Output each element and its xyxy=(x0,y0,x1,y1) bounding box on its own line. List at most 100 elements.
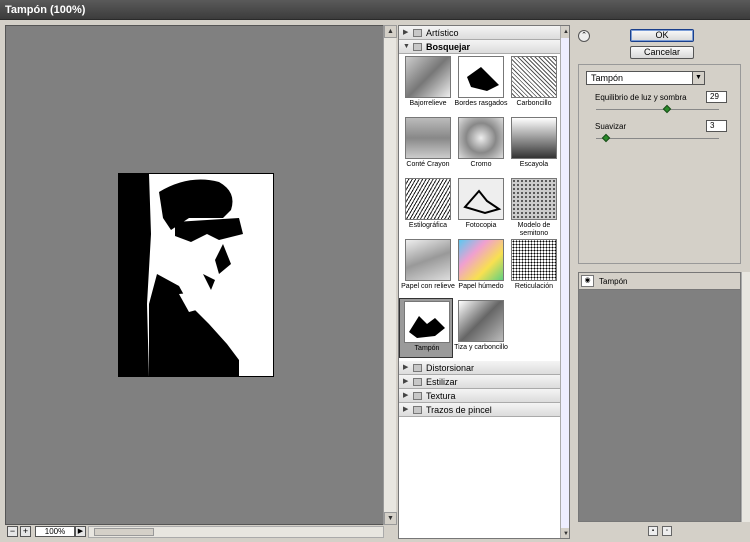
scroll-down-arrow-icon[interactable]: ▼ xyxy=(561,528,569,538)
thumb-image xyxy=(458,56,504,98)
collapsed-triangle-icon: ▶ xyxy=(403,364,409,371)
preview-canvas[interactable] xyxy=(5,25,396,525)
eye-icon[interactable]: ◉ xyxy=(581,275,594,287)
effect-layer-label: Tampón xyxy=(599,277,628,286)
window-title: Tampón (100%) xyxy=(0,0,750,20)
scroll-up-arrow-icon[interactable]: ▲ xyxy=(384,25,397,38)
chevron-down-icon[interactable]: ▼ xyxy=(692,72,704,84)
filter-thumb-conte-crayon[interactable]: Conté Crayon xyxy=(401,115,455,175)
category-bosquejar[interactable]: ▼ Bosquejar xyxy=(399,40,560,54)
category-textura[interactable]: ▶ Textura xyxy=(399,389,560,403)
collapsed-triangle-icon: ▶ xyxy=(403,29,409,36)
filter-thumb-reticulacion[interactable]: Reticulación xyxy=(507,237,561,297)
preview-vertical-scrollbar[interactable]: ▲ ▼ xyxy=(383,25,397,525)
thumb-image xyxy=(458,117,504,159)
light-shadow-balance-field[interactable]: 29 xyxy=(706,91,727,103)
scroll-up-arrow-icon[interactable]: ▲ xyxy=(561,26,569,38)
filter-thumbnails: Bajorrelieve Bordes rasgados Carboncillo… xyxy=(399,54,560,358)
filter-thumb-estilografica[interactable]: Estilográfica xyxy=(401,176,455,236)
thumb-image xyxy=(458,239,504,281)
filter-thumb-modelo-de-semitono[interactable]: Modelo de semitono xyxy=(507,176,561,237)
thumb-image xyxy=(511,56,557,98)
thumb-label: Papel húmedo xyxy=(458,283,504,290)
category-label: Estilizar xyxy=(426,377,458,387)
thumb-label: Carboncillo xyxy=(516,100,552,107)
thumb-label: Estilográfica xyxy=(408,222,448,229)
thumb-image xyxy=(405,239,451,281)
thumb-label: Fotocopia xyxy=(465,222,497,229)
thumb-image xyxy=(511,117,557,159)
new-effect-layer-icon[interactable]: ▪ xyxy=(648,526,658,536)
collapsed-triangle-icon: ▶ xyxy=(403,392,409,399)
smoothness-label: Suavizar xyxy=(595,122,627,131)
filter-gallery: ▶ Artístico ▼ Bosquejar Bajorrelieve Bor… xyxy=(398,25,570,539)
folder-icon xyxy=(413,406,422,414)
category-distorsionar[interactable]: ▶ Distorsionar xyxy=(399,361,560,375)
thumb-label: Cromo xyxy=(470,161,492,168)
thumb-label: Modelo de semitono xyxy=(517,222,551,237)
thumb-label: Conté Crayon xyxy=(406,161,450,168)
folder-icon xyxy=(413,29,422,37)
thumb-image xyxy=(458,300,504,342)
collapsed-triangle-icon: ▶ xyxy=(403,406,409,413)
cancel-button[interactable]: Cancelar xyxy=(630,46,694,59)
light-shadow-balance-label: Equilibrio de luz y sombra xyxy=(595,93,687,102)
filter-select-value: Tampón xyxy=(591,73,624,83)
thumb-image xyxy=(511,178,557,220)
filter-thumb-escayola[interactable]: Escayola xyxy=(507,115,561,175)
scroll-down-arrow-icon[interactable]: ▼ xyxy=(384,512,397,525)
filter-select[interactable]: Tampón ▼ xyxy=(586,71,705,85)
filter-list-scrollbar[interactable]: ▲ ▼ xyxy=(560,26,569,538)
preview-bottom-bar: − + 100% ▶ xyxy=(5,525,396,539)
thumb-image xyxy=(405,117,451,159)
zoom-menu-arrow-icon[interactable]: ▶ xyxy=(75,526,86,537)
layers-scrollbar[interactable] xyxy=(741,272,750,522)
thumb-label: Bajorrelieve xyxy=(409,100,447,107)
smoothness-slider[interactable] xyxy=(596,133,719,143)
thumb-label: Papel con relieve xyxy=(401,283,455,290)
thumb-image xyxy=(405,56,451,98)
filter-thumb-papel-con-relieve[interactable]: Papel con relieve xyxy=(401,237,455,297)
category-label: Trazos de pincel xyxy=(426,405,492,415)
zoom-level-field[interactable]: 100% xyxy=(35,526,75,537)
zoom-out-button[interactable]: − xyxy=(7,526,18,537)
folder-icon xyxy=(413,392,422,400)
thumb-image xyxy=(511,239,557,281)
filter-thumb-tiza-y-carboncillo[interactable]: Tiza y carboncillo xyxy=(454,298,508,358)
ok-button[interactable]: OK xyxy=(630,29,694,42)
filter-thumb-bordes-rasgados[interactable]: Bordes rasgados xyxy=(454,54,508,114)
category-label: Distorsionar xyxy=(426,363,475,373)
preview-horizontal-scrollbar[interactable] xyxy=(88,526,384,538)
category-artistico[interactable]: ▶ Artístico xyxy=(399,26,560,40)
category-label: Artístico xyxy=(426,28,459,38)
collapse-gallery-icon[interactable]: ⌃ xyxy=(578,30,590,42)
thumb-label: Escayola xyxy=(519,161,549,168)
filter-thumb-tampon[interactable]: Tampón xyxy=(399,298,453,358)
folder-icon xyxy=(413,378,422,386)
category-label: Bosquejar xyxy=(426,42,471,52)
filter-thumb-cromo[interactable]: Cromo xyxy=(454,115,508,175)
folder-icon xyxy=(413,364,422,372)
effect-layer-row[interactable]: ◉ Tampón xyxy=(579,273,740,290)
category-estilizar[interactable]: ▶ Estilizar xyxy=(399,375,560,389)
filter-thumb-fotocopia[interactable]: Fotocopia xyxy=(454,176,508,236)
zoom-in-button[interactable]: + xyxy=(20,526,31,537)
filter-thumb-papel-humedo[interactable]: Papel húmedo xyxy=(454,237,508,297)
category-trazos-de-pincel[interactable]: ▶ Trazos de pincel xyxy=(399,403,560,417)
thumb-label: Tiza y carboncillo xyxy=(454,344,508,351)
category-label: Textura xyxy=(426,391,456,401)
thumb-label: Bordes rasgados xyxy=(454,100,508,107)
slider-knob[interactable] xyxy=(601,133,611,143)
collapsed-triangle-icon: ▶ xyxy=(403,378,409,385)
expanded-triangle-icon: ▼ xyxy=(403,43,410,50)
slider-knob[interactable] xyxy=(662,104,672,114)
filter-thumb-bajorrelieve[interactable]: Bajorrelieve xyxy=(401,54,455,114)
delete-effect-layer-icon[interactable]: ▫ xyxy=(662,526,672,536)
filter-thumb-carboncillo[interactable]: Carboncillo xyxy=(507,54,561,114)
smoothness-field[interactable]: 3 xyxy=(706,120,727,132)
thumb-label: Tampón xyxy=(414,345,440,352)
scroll-thumb[interactable] xyxy=(94,528,154,536)
light-shadow-balance-slider[interactable] xyxy=(596,104,719,114)
folder-icon xyxy=(413,43,422,51)
thumb-image xyxy=(405,178,451,220)
